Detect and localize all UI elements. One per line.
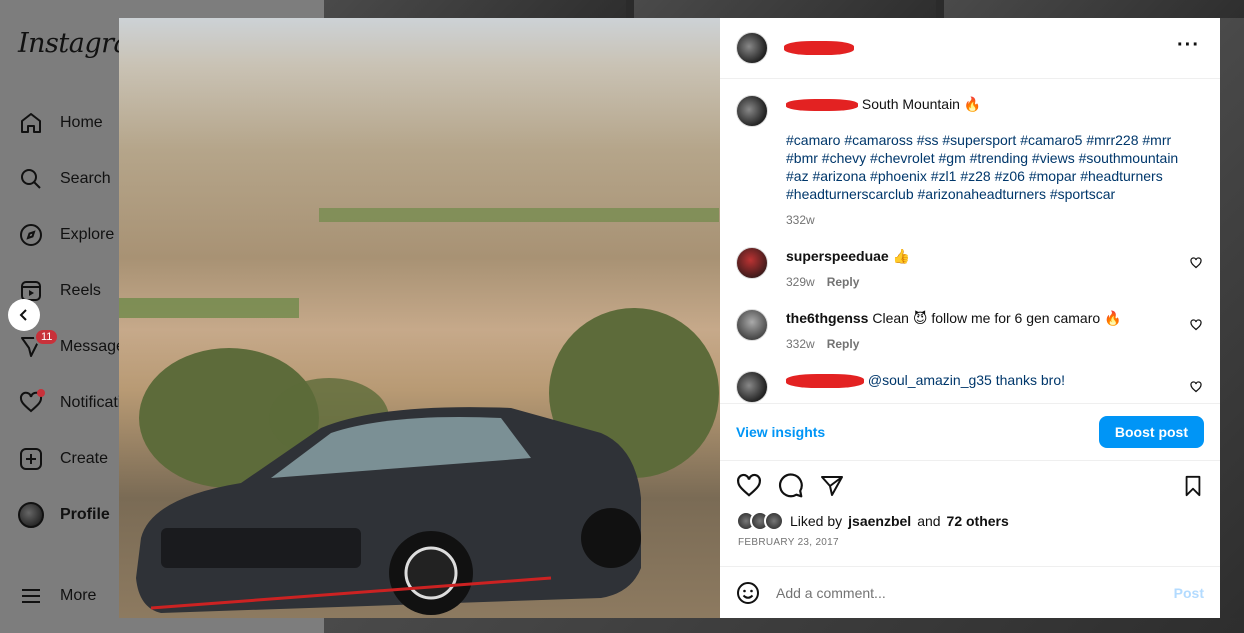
reply-button[interactable]: Reply <box>827 335 860 353</box>
avatar[interactable] <box>736 95 768 127</box>
sidebar-item-label: Profile <box>60 506 110 523</box>
sidebar-item-search[interactable]: Search <box>18 163 111 195</box>
avatar[interactable] <box>736 247 768 279</box>
like-comment-heart-icon[interactable] <box>1190 381 1202 393</box>
notification-dot <box>37 389 45 397</box>
like-comment-heart-icon[interactable] <box>1190 319 1202 331</box>
reply-button[interactable]: Reply <box>827 273 860 291</box>
like-heart-icon[interactable] <box>736 473 762 499</box>
sidebar-item-create[interactable]: Create <box>18 443 108 475</box>
caption-hashtags[interactable]: #camaro #camaross #ss #supersport #camar… <box>786 131 1204 203</box>
avatar[interactable] <box>736 371 768 403</box>
messenger-icon: 11 <box>18 328 60 360</box>
share-icon[interactable] <box>820 474 844 498</box>
likes-and: and <box>917 513 941 529</box>
sidebar-item-home[interactable]: Home <box>18 107 103 139</box>
heart-icon <box>18 389 45 416</box>
sidebar-item-label: Reels <box>60 282 101 299</box>
comment-text: Clean 😈 follow me for 6 gen camaro 🔥 <box>872 310 1122 326</box>
likes-others-link[interactable]: 72 others <box>947 513 1009 529</box>
comment-text: @soul_amazin_g35 thanks bro! <box>867 372 1065 388</box>
caption-meta: 332w <box>786 211 1204 229</box>
avatar <box>18 502 44 528</box>
bookmark-icon[interactable] <box>1182 475 1204 497</box>
sidebar-item-explore[interactable]: Explore <box>18 219 114 251</box>
redacted-username <box>786 374 864 389</box>
sidebar-item-label: Explore <box>60 226 115 243</box>
sidebar-item-messages[interactable]: 11 Messages <box>18 328 133 363</box>
boost-post-button[interactable]: Boost post <box>1098 416 1204 448</box>
comment-bubble-icon[interactable] <box>778 473 804 499</box>
photo-field <box>319 208 719 222</box>
liker-avatars[interactable] <box>736 511 784 531</box>
liked-by-label: Liked by <box>790 513 843 529</box>
post-photo[interactable] <box>119 18 720 618</box>
sidebar-item-profile[interactable]: Profile <box>18 499 110 531</box>
comment: superspeeduae 👍 329w Reply <box>736 247 1204 291</box>
comment-time[interactable]: 332w <box>786 335 815 353</box>
caption-text: South Mountain 🔥 <box>861 96 982 112</box>
avatar[interactable] <box>736 309 768 341</box>
comment: @soul_amazin_g35 thanks bro! <box>736 371 1204 403</box>
comment-time[interactable]: 329w <box>786 273 815 291</box>
chevron-left-icon <box>19 309 27 321</box>
grid-tile <box>324 618 1244 633</box>
search-icon <box>18 166 44 192</box>
car-illustration <box>136 407 641 615</box>
grid-tile <box>324 0 626 18</box>
comment-username[interactable]: the6thgenss <box>786 310 868 326</box>
redacted-username <box>786 99 858 112</box>
post-modal: ··· South Mountain 🔥 #camaro #camaross #… <box>119 18 1220 618</box>
plus-square-icon <box>18 446 44 472</box>
grid-tile <box>634 0 936 18</box>
post-header: ··· <box>720 18 1220 79</box>
view-insights-link[interactable]: View insights <box>736 424 825 440</box>
post-comment-button[interactable]: Post <box>1174 585 1204 601</box>
insights-bar: View insights Boost post <box>720 403 1220 461</box>
more-options-icon[interactable]: ··· <box>1177 35 1200 55</box>
comment-text: 👍 <box>892 248 911 264</box>
comment-username[interactable]: superspeeduae <box>786 248 889 264</box>
sidebar-item-label: Search <box>60 170 111 187</box>
comment-meta: 332w Reply <box>786 335 1204 353</box>
compass-icon <box>18 222 44 248</box>
caption-time[interactable]: 332w <box>786 211 815 229</box>
grid-tile <box>1220 18 1244 618</box>
previous-post-button[interactable] <box>8 299 40 331</box>
sidebar-item-label: Create <box>60 450 109 467</box>
photo-field <box>119 298 299 318</box>
home-icon <box>18 110 44 136</box>
liker-username[interactable]: jsaenzbel <box>848 513 911 529</box>
add-comment-input[interactable]: Add a comment... <box>776 585 1158 601</box>
sidebar-item-label: More <box>60 587 97 604</box>
likes-summary: Liked by jsaenzbel and 72 others <box>720 511 1220 531</box>
redacted-username <box>784 41 854 55</box>
post-actions <box>720 461 1220 511</box>
grid-tile <box>944 0 1244 18</box>
post-details-panel: ··· South Mountain 🔥 #camaro #camaross #… <box>720 18 1220 618</box>
avatar[interactable] <box>736 32 768 64</box>
sidebar-item-more[interactable]: More <box>18 580 96 612</box>
like-comment-heart-icon[interactable] <box>1190 257 1202 269</box>
emoji-icon[interactable] <box>736 581 760 605</box>
post-date[interactable]: FEBRUARY 23, 2017 <box>720 531 1220 548</box>
comment-meta: 329w Reply <box>786 273 1204 291</box>
add-comment-bar: Add a comment... Post <box>720 566 1220 618</box>
sidebar-item-label: Home <box>60 114 103 131</box>
comment: the6thgenss Clean 😈 follow me for 6 gen … <box>736 309 1204 353</box>
comments-list[interactable]: South Mountain 🔥 #camaro #camaross #ss #… <box>720 79 1220 403</box>
caption: South Mountain 🔥 #camaro #camaross #ss #… <box>736 95 1204 229</box>
message-count-badge: 11 <box>34 328 60 346</box>
menu-icon <box>18 583 44 609</box>
